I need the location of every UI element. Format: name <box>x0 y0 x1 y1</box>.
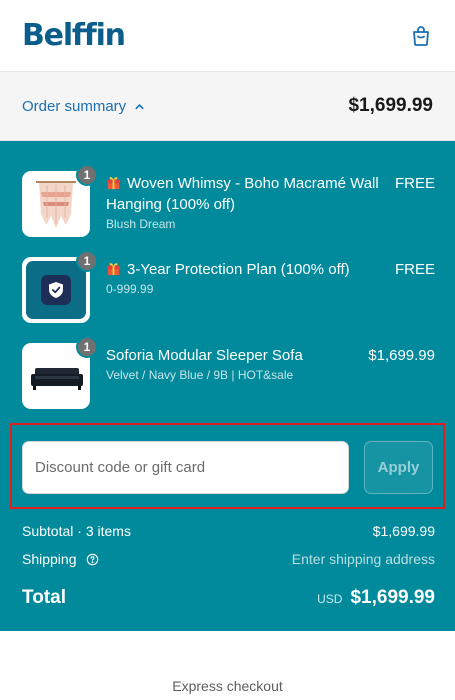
total-amount-wrap: USD $1,699.99 <box>317 587 435 609</box>
brand-logo[interactable]: Belffin <box>22 18 126 53</box>
line-item: 1 Soforia Modular Sleeper Sofa Velvet / … <box>22 336 435 409</box>
item-price: $1,699.99 <box>368 347 435 364</box>
help-circle-icon[interactable] <box>86 553 99 566</box>
shipping-row: Shipping Enter shipping address <box>22 551 435 567</box>
shopping-bag-icon[interactable] <box>409 24 433 48</box>
shipping-label: Shipping <box>22 551 77 567</box>
product-thumbnail: 1 <box>22 164 98 237</box>
sofa-image <box>31 368 83 390</box>
shipping-label-wrap: Shipping <box>22 551 99 567</box>
order-summary-total: $1,699.99 <box>348 95 433 116</box>
apply-discount-button[interactable]: Apply <box>364 441 433 494</box>
gift-icon <box>106 177 121 190</box>
item-price: FREE <box>394 175 435 192</box>
macrame-wall-hanging-image <box>36 181 76 228</box>
protection-plan-image <box>26 261 86 319</box>
order-summary-panel: 1 Woven Whimsy - Boho Macramé Wall Hangi… <box>0 141 455 631</box>
item-variant: Velvet / Navy Blue / 9B | HOT&sale <box>106 368 294 382</box>
line-item: 1 Woven Whimsy - Boho Macramé Wall Hangi… <box>22 164 435 237</box>
currency-code: USD <box>317 592 343 606</box>
item-title-text: 3-Year Protection Plan (100% off) <box>127 261 350 278</box>
quantity-badge: 1 <box>76 250 98 272</box>
quantity-badge: 1 <box>76 164 98 186</box>
gift-icon <box>106 263 121 276</box>
item-title: Soforia Modular Sleeper Sofa <box>106 347 303 364</box>
discount-section: Apply <box>10 423 445 509</box>
total-label: Total <box>22 587 66 608</box>
order-summary-bar[interactable]: Order summary $1,699.99 <box>0 72 455 141</box>
subtotal-label: Subtotal · 3 items <box>22 523 131 539</box>
discount-code-input[interactable] <box>22 441 349 494</box>
subtotal-row: Subtotal · 3 items $1,699.99 <box>22 523 435 539</box>
item-price: FREE <box>394 261 435 278</box>
total-amount: $1,699.99 <box>350 587 435 608</box>
item-variant: Blush Dream <box>106 217 176 231</box>
shipping-value: Enter shipping address <box>291 551 435 567</box>
line-item: 1 3-Year Protection Plan (100% off) 0-99… <box>22 250 435 323</box>
order-summary-label: Order summary <box>22 97 127 115</box>
order-summary-toggle[interactable]: Order summary <box>22 98 145 115</box>
total-row: Total USD $1,699.99 <box>22 587 435 609</box>
header: Belffin <box>0 0 455 72</box>
item-title: 3-Year Protection Plan (100% off) <box>106 259 385 280</box>
item-title: Woven Whimsy - Boho Macramé Wall Hanging… <box>106 173 385 215</box>
product-thumbnail: 1 <box>22 336 98 409</box>
item-variant: 0-999.99 <box>106 282 154 296</box>
product-thumbnail: 1 <box>22 250 98 323</box>
express-checkout-heading: Express checkout <box>172 678 283 694</box>
shield-icon <box>49 282 63 298</box>
quantity-badge: 1 <box>76 336 98 358</box>
subtotal-value: $1,699.99 <box>372 523 435 539</box>
item-title-text: Woven Whimsy - Boho Macramé Wall Hanging… <box>106 175 379 213</box>
chevron-up-icon <box>135 103 144 109</box>
